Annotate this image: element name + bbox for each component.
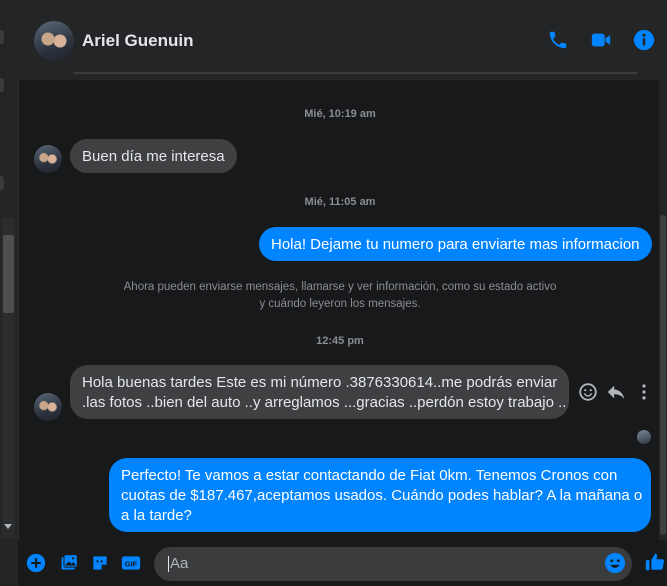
add-more-icon[interactable] xyxy=(26,553,46,573)
incoming-message[interactable]: Hola buenas tardes Este es mi número .38… xyxy=(70,365,569,419)
svg-text:GIF: GIF xyxy=(125,559,138,568)
text-caret xyxy=(168,556,169,573)
panel-edge-marker xyxy=(0,30,4,44)
outgoing-message[interactable]: Perfecto! Te vamos a estar contactando d… xyxy=(109,458,651,532)
header-divider xyxy=(73,72,637,74)
thumbs-up-icon[interactable] xyxy=(644,551,666,573)
gif-icon[interactable]: GIF xyxy=(121,553,141,573)
phone-call-icon[interactable] xyxy=(547,29,569,51)
info-icon[interactable] xyxy=(633,29,655,51)
left-panel-edge xyxy=(0,0,19,586)
sender-avatar[interactable] xyxy=(34,145,62,173)
emoji-icon[interactable] xyxy=(604,552,626,574)
panel-edge-marker xyxy=(0,176,4,190)
more-options-icon[interactable] xyxy=(633,381,655,403)
scroll-down-arrow-icon[interactable] xyxy=(4,524,12,529)
message-input[interactable]: Aa xyxy=(154,547,632,581)
video-call-icon[interactable] xyxy=(590,29,612,51)
timestamp: Mié, 11:05 am xyxy=(304,196,376,208)
reply-icon[interactable] xyxy=(605,381,627,403)
message-line: Perfecto! Te vamos a estar contactando d… xyxy=(121,467,618,484)
message-input-placeholder: Aa xyxy=(170,555,189,572)
read-receipt-avatar xyxy=(637,430,651,444)
sender-avatar[interactable] xyxy=(34,393,62,421)
contact-name[interactable]: Ariel Guenuin xyxy=(82,31,193,51)
sticker-icon[interactable] xyxy=(90,553,110,573)
conversation-header: Ariel Guenuin xyxy=(18,0,667,80)
privacy-notice: Ahora pueden enviarse mensajes, llamarse… xyxy=(123,281,557,310)
timestamp: 12:45 pm xyxy=(316,335,364,347)
panel-edge-marker xyxy=(0,78,4,92)
contact-avatar[interactable] xyxy=(34,21,74,61)
incoming-message[interactable]: Buen día me interesa xyxy=(70,139,237,173)
react-emoji-icon[interactable] xyxy=(577,381,599,403)
message-line: Hola buenas tardes Este es mi número .38… xyxy=(82,374,558,391)
message-line: a la tarde? xyxy=(121,507,192,524)
timestamp: Mié, 10:19 am xyxy=(304,108,376,120)
photo-icon[interactable] xyxy=(59,553,79,573)
outgoing-message[interactable]: Hola! Dejame tu numero para enviarte mas… xyxy=(259,227,652,261)
message-line: cuotas de $187.467,aceptamos usados. Cuá… xyxy=(121,487,643,504)
chat-scrollbar-thumb[interactable] xyxy=(660,215,666,535)
left-scrollbar-thumb[interactable] xyxy=(3,235,14,313)
message-line: .las fotos ..bien del auto ..y arreglamo… xyxy=(82,394,567,411)
